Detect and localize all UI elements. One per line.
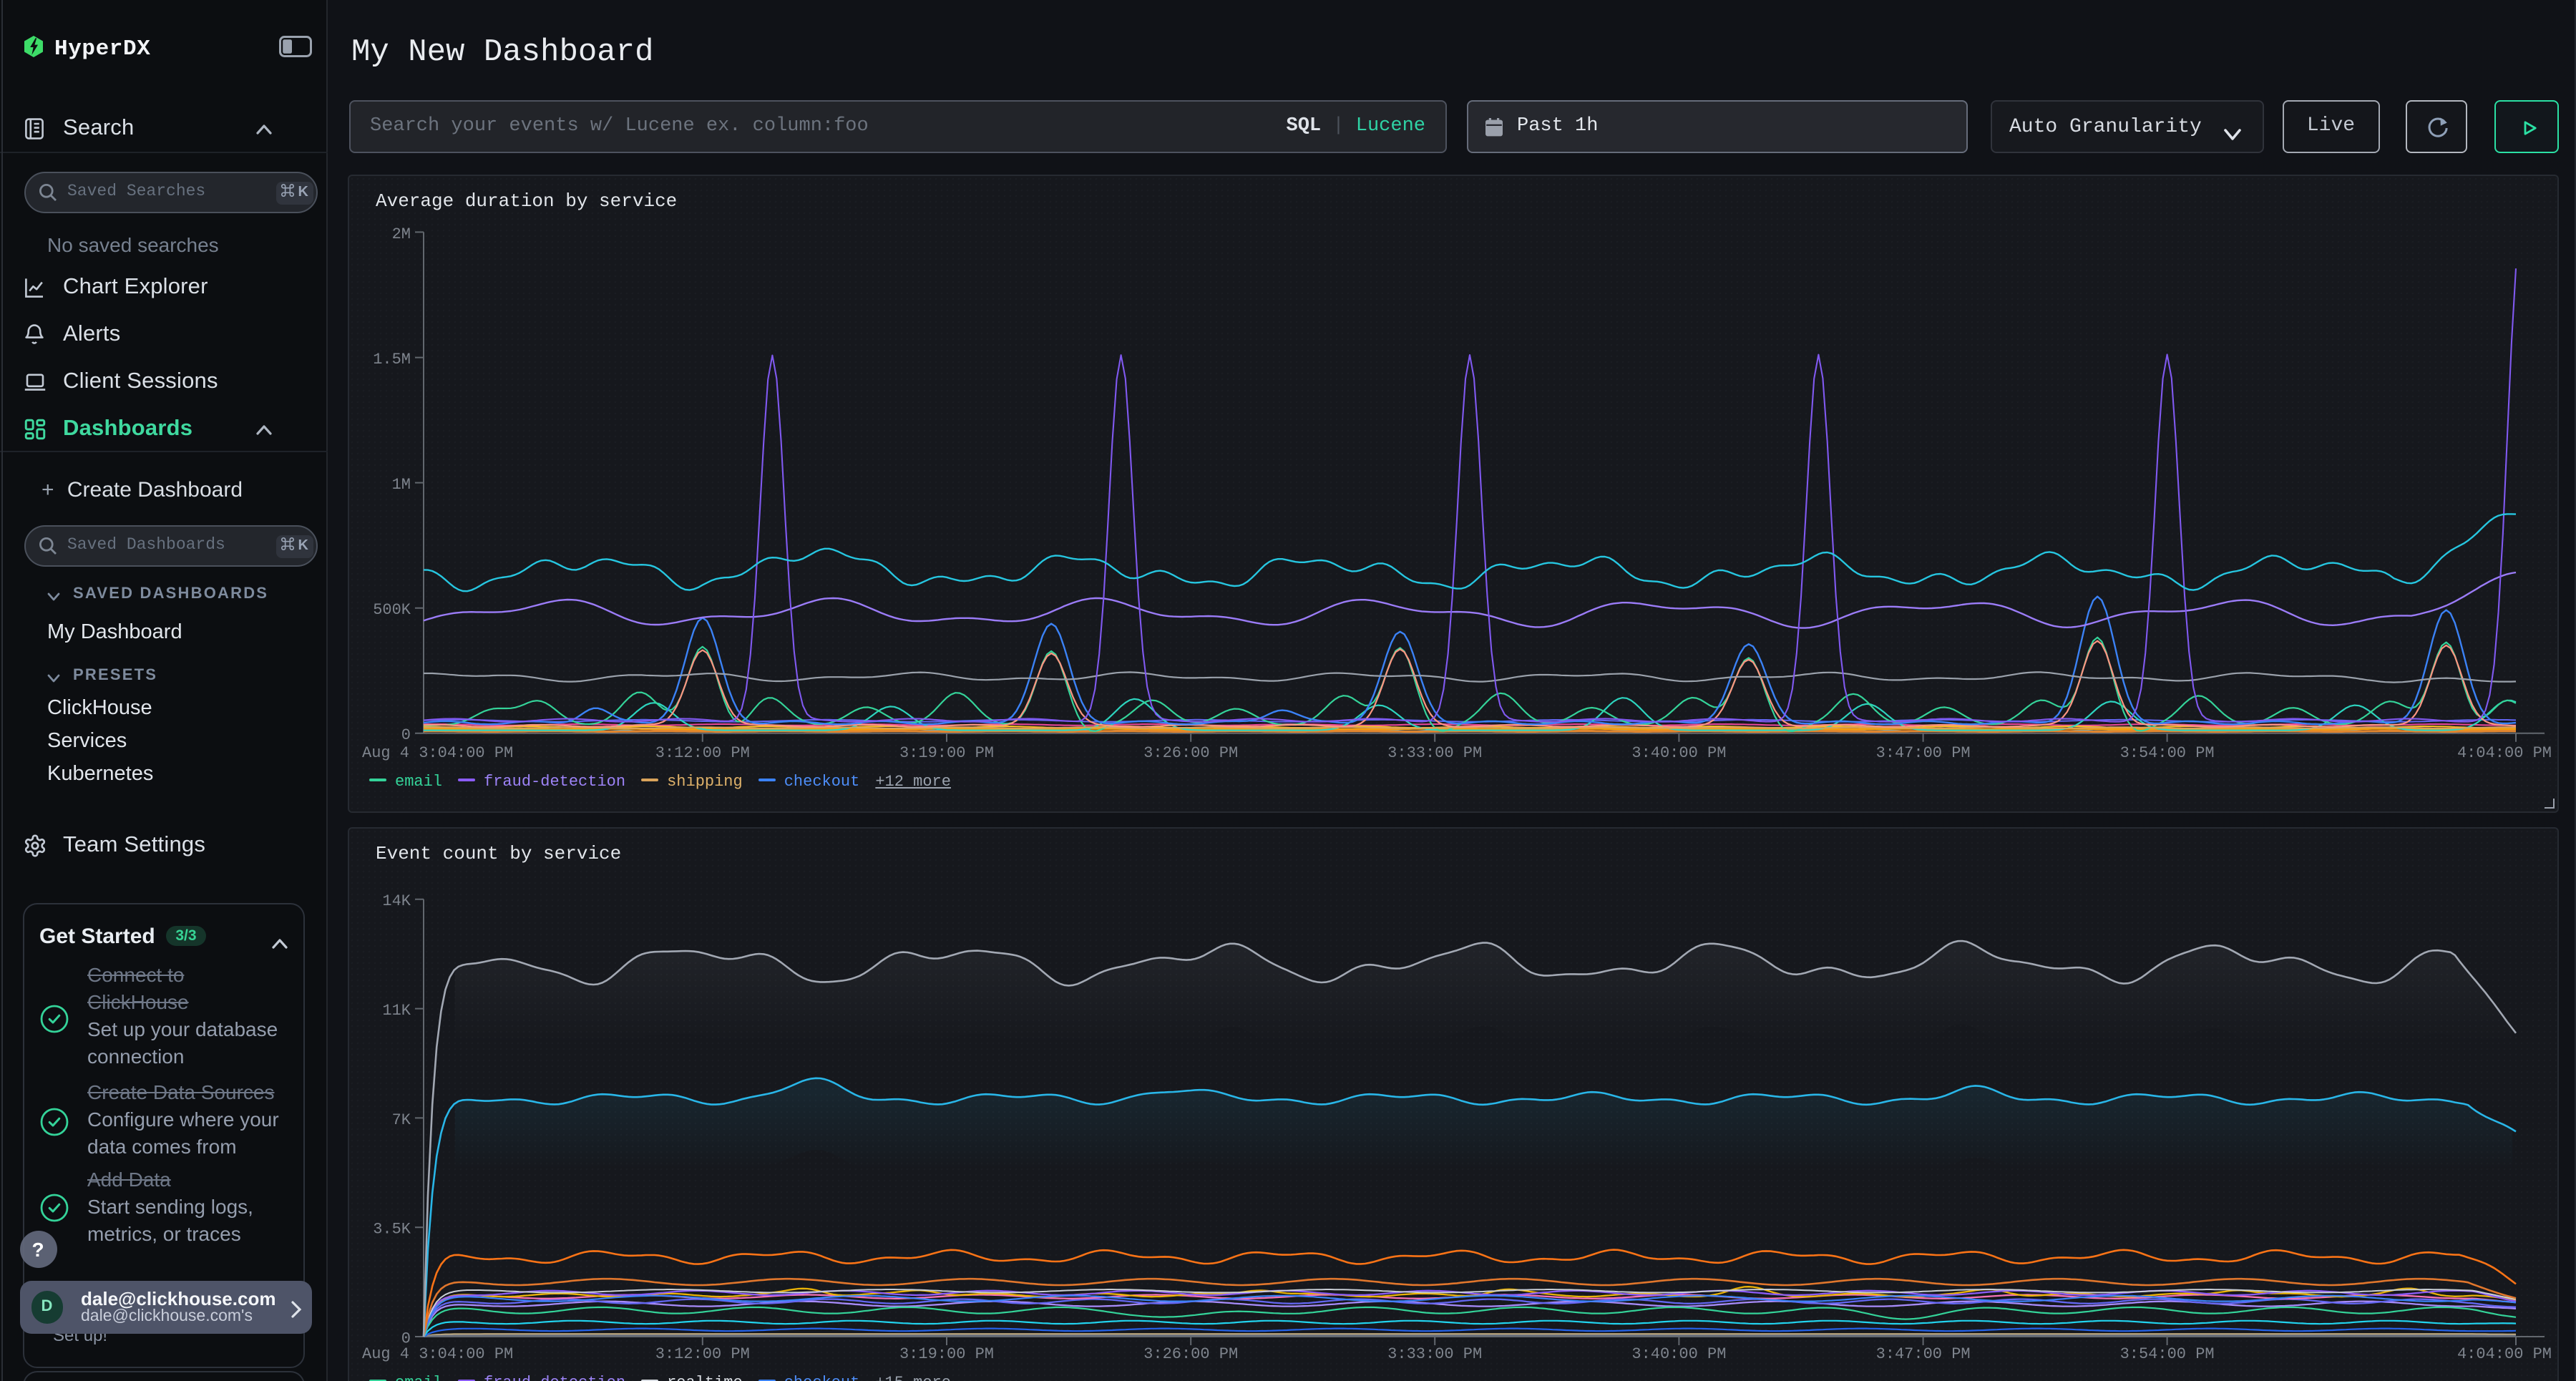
svg-text:3:12:00 PM: 3:12:00 PM [655,744,749,762]
svg-text:3:54:00 PM: 3:54:00 PM [2119,744,2214,762]
svg-text:14K: 14K [381,892,410,910]
svg-text:3:26:00 PM: 3:26:00 PM [1143,744,1237,762]
svg-text:3:33:00 PM: 3:33:00 PM [1387,1345,1481,1363]
svg-text:4:04:00 PM: 4:04:00 PM [2457,1345,2551,1363]
svg-text:3:19:00 PM: 3:19:00 PM [899,744,993,762]
svg-text:3:19:00 PM: 3:19:00 PM [899,1345,993,1363]
svg-text:3:47:00 PM: 3:47:00 PM [1875,1345,1970,1363]
svg-text:500K: 500K [372,601,411,619]
svg-text:3:26:00 PM: 3:26:00 PM [1143,1345,1237,1363]
svg-text:1M: 1M [391,476,410,494]
svg-text:3:12:00 PM: 3:12:00 PM [655,1345,749,1363]
svg-text:3:47:00 PM: 3:47:00 PM [1875,744,1970,762]
svg-text:Aug 4 3:04:00 PM: Aug 4 3:04:00 PM [361,1345,512,1363]
svg-text:11K: 11K [381,1002,410,1020]
svg-text:3.5K: 3.5K [372,1221,411,1239]
svg-text:3:40:00 PM: 3:40:00 PM [1631,1345,1725,1363]
svg-text:3:40:00 PM: 3:40:00 PM [1631,744,1725,762]
svg-text:0: 0 [401,726,410,744]
svg-text:Aug 4 3:04:00 PM: Aug 4 3:04:00 PM [361,744,512,762]
svg-text:7K: 7K [391,1111,411,1129]
svg-text:2M: 2M [391,225,410,243]
svg-text:4:04:00 PM: 4:04:00 PM [2457,744,2551,762]
svg-text:3:54:00 PM: 3:54:00 PM [2119,1345,2214,1363]
svg-text:3:33:00 PM: 3:33:00 PM [1387,744,1481,762]
svg-text:1.5M: 1.5M [372,351,410,369]
